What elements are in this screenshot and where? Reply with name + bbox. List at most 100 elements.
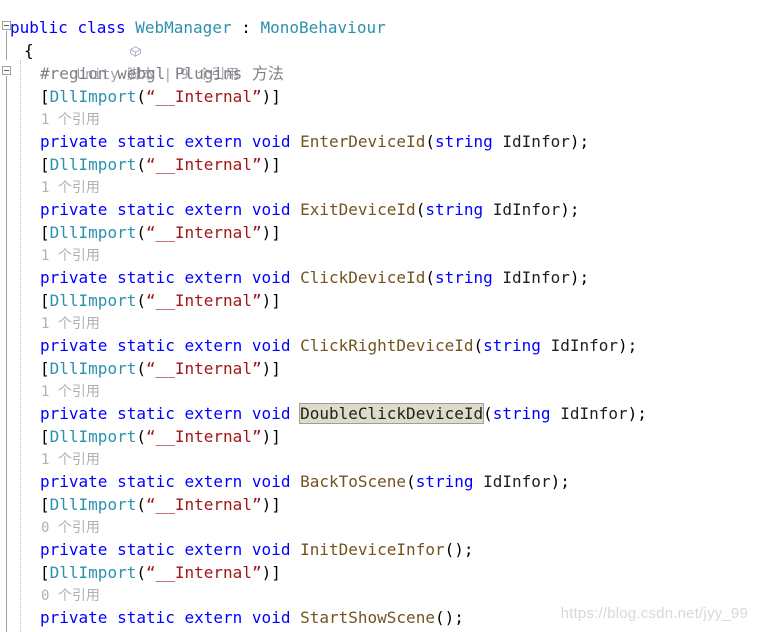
attr-open-bracket: [ [40,563,50,582]
attr-paren-close: ) [261,155,272,174]
parameter-type: string [434,268,493,287]
codelens-reference-count[interactable]: 1 个引用 [41,449,100,472]
method-signature-line[interactable]: private static extern void ExitDeviceId(… [40,198,579,221]
attribute-argument: “__Internal” [145,359,262,378]
method-name[interactable]: ExitDeviceId [300,200,416,219]
empty-parens: () [434,608,455,627]
attribute-name[interactable]: DllImport [50,87,137,106]
paren-open: ( [406,472,416,491]
attr-paren-close: ) [261,427,272,446]
endregion-directive-line[interactable]: #endregion [40,627,136,632]
codelens-reference-count[interactable]: 1 个引用 [41,109,100,132]
class-name[interactable]: WebManager [135,18,231,37]
attr-open-bracket: [ [40,87,50,106]
attribute-name[interactable]: DllImport [50,223,137,242]
attribute-argument: “__Internal” [145,87,262,106]
method-name[interactable]: ClickRightDeviceId [300,336,473,355]
codelens-reference-count[interactable]: 1 个引用 [41,313,100,336]
statement-terminator: ; [560,472,570,491]
attribute-name[interactable]: DllImport [50,495,137,514]
region-directive-line[interactable]: #region webgl Plugins 方法 [40,62,284,85]
parameter-name: IdInfor [560,404,628,423]
codelens-reference-count[interactable]: 1 个引用 [41,381,100,404]
method-name[interactable]: StartShowScene [300,608,435,627]
codelens-reference-count[interactable]: 1 个引用 [41,245,100,268]
attr-open-bracket: [ [40,291,50,310]
attr-paren-open: ( [136,87,146,106]
attr-paren-open: ( [136,495,146,514]
method-signature-line-highlighted[interactable]: private static extern void DoubleClickDe… [40,402,647,425]
signature-modifiers: private static extern void [40,200,301,219]
attribute-name[interactable]: DllImport [50,155,137,174]
method-name[interactable]: BackToScene [300,472,406,491]
attribute-name[interactable]: DllImport [50,427,137,446]
attribute-line[interactable]: [DllImport(“__Internal”)] [40,493,281,516]
signature-modifiers: private static extern void [40,336,301,355]
method-name[interactable]: EnterDeviceId [300,132,425,151]
paren-close: ) [560,200,570,219]
attr-close-bracket: ] [271,427,281,446]
attribute-argument: “__Internal” [145,291,262,310]
highlighted-method-name[interactable]: DoubleClickDeviceId [299,403,485,424]
code-editor[interactable]: Unity 脚本 | 9 个引用 public class WebManager… [0,0,762,632]
attr-paren-open: ( [136,359,146,378]
attribute-line[interactable]: [DllImport(“__Internal”)] [40,289,281,312]
attr-close-bracket: ] [271,563,281,582]
signature-modifiers: private static extern void [40,540,301,559]
class-declaration-line[interactable]: public class WebManager : MonoBehaviour [10,16,386,39]
attr-paren-open: ( [136,291,146,310]
method-name[interactable]: InitDeviceInfor [300,540,445,559]
attribute-line[interactable]: [DllImport(“__Internal”)] [40,221,281,244]
statement-terminator: ; [637,404,647,423]
method-signature-line[interactable]: private static extern void ClickRightDev… [40,334,637,357]
attr-open-bracket: [ [40,359,50,378]
collapse-toggle-region[interactable] [2,66,11,75]
method-name[interactable]: ClickDeviceId [300,268,425,287]
base-class-name[interactable]: MonoBehaviour [260,18,385,37]
method-signature-line[interactable]: private static extern void InitDeviceInf… [40,538,474,561]
codelens-reference-count[interactable]: 1 个引用 [41,177,100,200]
attr-close-bracket: ] [271,291,281,310]
attribute-line[interactable]: [DllImport(“__Internal”)] [40,153,281,176]
method-signature-line[interactable]: private static extern void EnterDeviceId… [40,130,589,153]
signature-modifiers: private static extern void [40,268,301,287]
codelens-reference-count[interactable]: 0 个引用 [41,517,100,540]
attribute-line[interactable]: [DllImport(“__Internal”)] [40,425,281,448]
keyword-class: class [77,18,126,37]
paren-open: ( [483,404,493,423]
signature-modifiers: private static extern void [40,472,301,491]
paren-open: ( [415,200,426,219]
parameter-name: IdInfor [492,200,561,219]
method-signature-line[interactable]: private static extern void StartShowScen… [40,606,464,629]
attr-close-bracket: ] [271,223,281,242]
collapse-bracket-region [6,76,7,632]
attr-paren-close: ) [261,359,272,378]
paren-close: ) [627,404,638,423]
attribute-name[interactable]: DllImport [50,291,137,310]
statement-terminator: ; [454,608,464,627]
attribute-argument: “__Internal” [145,155,262,174]
paren-close: ) [550,472,561,491]
attribute-name[interactable]: DllImport [50,359,137,378]
method-signature-line[interactable]: private static extern void ClickDeviceId… [40,266,589,289]
parameter-name: IdInfor [550,336,618,355]
parameter-type: string [425,200,484,219]
attr-open-bracket: [ [40,427,50,446]
attribute-line[interactable]: [DllImport(“__Internal”)] [40,357,281,380]
empty-parens: () [444,540,464,559]
class-open-brace: { [24,41,34,60]
csdn-watermark: https://blog.csdn.net/jyy_99 [560,605,748,622]
codelens-reference-count[interactable]: 0 个引用 [41,585,100,608]
paren-open: ( [425,132,435,151]
attribute-name[interactable]: DllImport [50,563,137,582]
parameter-type: string [434,132,493,151]
attribute-line[interactable]: [DllImport(“__Internal”)] [40,85,281,108]
attr-paren-open: ( [136,223,146,242]
method-signature-line[interactable]: private static extern void BackToScene(s… [40,470,570,493]
parameter-name: IdInfor [502,132,570,151]
attribute-line[interactable]: [DllImport(“__Internal”)] [40,561,281,584]
